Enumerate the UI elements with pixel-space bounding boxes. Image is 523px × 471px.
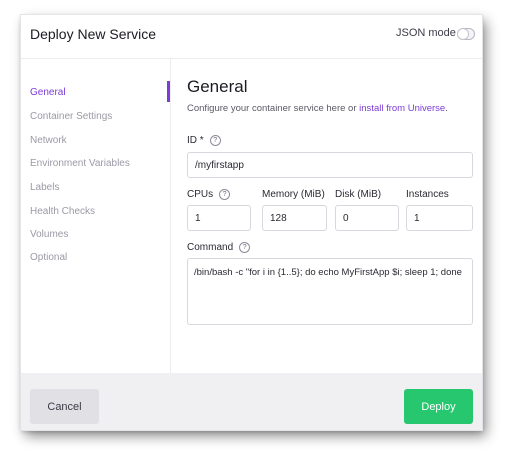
description-text: Configure your container service here or (187, 103, 360, 114)
install-from-universe-link[interactable]: install from Universe (359, 103, 445, 114)
command-textarea[interactable]: /bin/bash -c "for i in {1..5}; do echo M… (187, 258, 473, 325)
cpus-label: CPUs? (187, 189, 231, 201)
sidebar-item-health-checks[interactable]: Health Checks (30, 206, 95, 217)
id-input[interactable]: /myfirstapp (187, 152, 473, 178)
help-icon[interactable]: ? (209, 135, 221, 146)
json-mode-label: JSON mode (396, 27, 456, 39)
disk-input[interactable]: 0 (335, 205, 399, 231)
toggle-knob (458, 29, 468, 39)
command-label-text: Command (187, 242, 234, 254)
id-label: ID *? (187, 135, 221, 146)
deploy-button[interactable]: Deploy (404, 389, 473, 424)
sidebar-item-optional[interactable]: Optional (30, 252, 67, 263)
modal-title: Deploy New Service (30, 26, 157, 42)
json-mode-toggle[interactable] (457, 28, 475, 40)
modal-header: Deploy New Service JSON mode (21, 15, 482, 59)
memory-label: Memory (MiB) (262, 189, 325, 200)
instances-input[interactable]: 1 (406, 205, 473, 231)
section-title: General (187, 77, 248, 96)
cpus-label-text: CPUs (187, 189, 214, 201)
id-label-text: ID * (187, 135, 204, 147)
command-label: Command? (187, 242, 251, 254)
sidebar-item-container-settings[interactable]: Container Settings (30, 111, 112, 122)
section-description: Configure your container service here or… (187, 103, 448, 114)
deploy-service-modal: Deploy New Service JSON mode General Con… (21, 15, 482, 430)
help-icon[interactable]: ? (239, 242, 251, 253)
memory-input[interactable]: 128 (262, 205, 327, 231)
sidebar-item-network[interactable]: Network (30, 135, 67, 146)
cancel-button[interactable]: Cancel (30, 389, 99, 424)
description-end: . (445, 103, 448, 114)
sidebar-nav: General Container Settings Network Envir… (21, 59, 171, 373)
help-icon[interactable]: ? (219, 189, 231, 200)
sidebar-item-general[interactable]: General (30, 87, 66, 98)
cpus-input[interactable]: 1 (187, 205, 251, 231)
modal-footer: Cancel Deploy (21, 373, 482, 430)
active-nav-indicator (167, 81, 170, 102)
sidebar-item-environment-variables[interactable]: Environment Variables (30, 158, 130, 169)
sidebar-item-volumes[interactable]: Volumes (30, 229, 68, 240)
instances-label: Instances (406, 189, 449, 200)
sidebar-item-labels[interactable]: Labels (30, 182, 59, 193)
main-content: General Configure your container service… (171, 59, 482, 373)
disk-label: Disk (MiB) (335, 189, 382, 200)
